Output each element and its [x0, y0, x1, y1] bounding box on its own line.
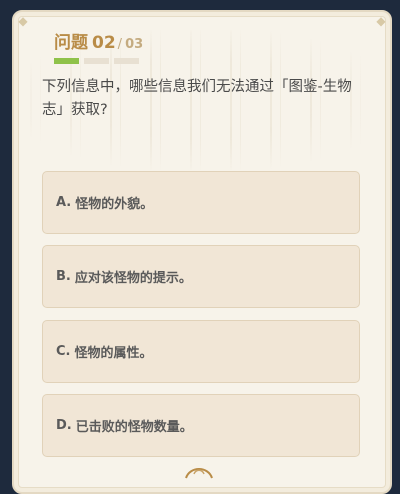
counter-separator: / [117, 37, 123, 52]
progress-segment [54, 58, 79, 64]
option-text: 怪物的属性。 [74, 346, 153, 361]
option-letter: B. [56, 269, 71, 284]
quiz-progress-bar [54, 58, 139, 64]
option-b-button[interactable]: B. 应对该怪物的提示。 [42, 245, 360, 308]
current-question-number: 02 [92, 33, 116, 53]
option-letter: D. [56, 418, 72, 433]
corner-ornament-icon: ◆ [376, 14, 386, 28]
progress-segment [114, 58, 139, 64]
quiz-card: ◆ ◆ 问题 02 / 03 下列信息中，哪些信息我们无法通过「图鉴-生物志」获… [12, 10, 392, 494]
option-letter: C. [56, 344, 71, 359]
option-text: 应对该怪物的提示。 [74, 271, 192, 286]
option-c-button[interactable]: C. 怪物的属性。 [42, 320, 360, 383]
option-d-button[interactable]: D. 已击败的怪物数量。 [42, 394, 360, 457]
option-text: 怪物的外貌。 [75, 197, 154, 212]
option-a-button[interactable]: A. 怪物的外貌。 [42, 171, 360, 234]
option-text: 已击败的怪物数量。 [75, 420, 193, 435]
option-letter: A. [56, 195, 72, 210]
progress-segment [84, 58, 109, 64]
question-counter: 问题 02 / 03 [54, 28, 143, 53]
scroll-ornament-icon [185, 468, 213, 479]
corner-ornament-icon: ◆ [18, 14, 28, 28]
question-label: 问题 [54, 33, 88, 53]
total-questions: 03 [125, 37, 144, 52]
question-text: 下列信息中，哪些信息我们无法通过「图鉴-生物志」获取? [42, 79, 352, 118]
